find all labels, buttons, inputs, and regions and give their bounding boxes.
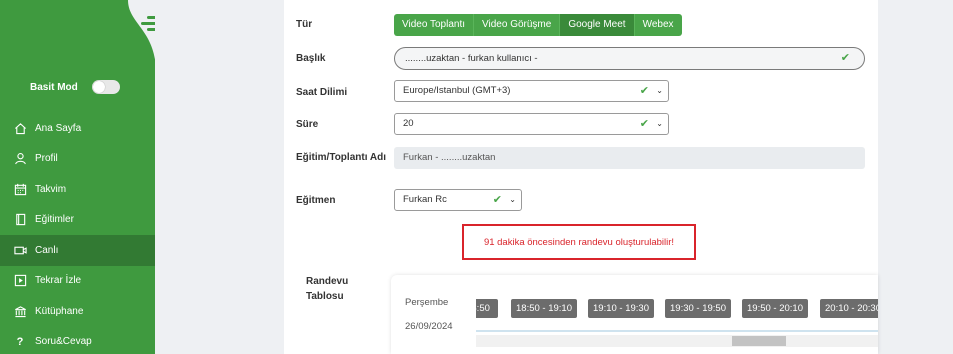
trainer-select-value: Furkan Rc (403, 194, 447, 205)
timezone-select[interactable]: Europe/Istanbul (GMT+3) ✔ ⌄ (394, 80, 669, 102)
time-slot[interactable]: 19:10 - 19:30 (588, 299, 654, 318)
sidebar-item-label: Profil (35, 153, 58, 165)
chevron-down-icon: ⌄ (656, 86, 663, 95)
sidebar-item-label: Tekrar İzle (35, 275, 82, 287)
video-icon (13, 243, 27, 257)
sidebar-item-label: Kütüphane (35, 305, 84, 317)
timezone-label: Saat Dilimi (296, 87, 348, 98)
sidebar-item-label: Canlı (35, 244, 59, 256)
type-video-meeting-button[interactable]: Video Toplantı (394, 14, 475, 36)
sidebar-item-label: Takvim (35, 183, 67, 195)
basic-mode-toggle[interactable] (91, 80, 120, 94)
duration-select[interactable]: 20 ✔ ⌄ (394, 113, 669, 135)
trainer-select[interactable]: Furkan Rc ✔ ⌄ (394, 189, 522, 211)
time-slot[interactable]: 19:50 - 20:10 (742, 299, 808, 318)
time-slot-row: 18:50 18:50 - 19:10 19:10 - 19:30 19:30 … (476, 299, 878, 319)
title-input-value: ........uzaktan - furkan kullanıcı - (405, 53, 538, 64)
chevron-down-icon: ⌄ (509, 195, 516, 204)
library-icon (13, 304, 27, 318)
sidebar-item-home[interactable]: Ana Sayfa (0, 113, 155, 144)
home-icon (13, 121, 27, 135)
sidebar-nav: Ana Sayfa Profil Takvim Eğitimler Canlı (0, 113, 155, 354)
duration-select-value: 20 (403, 118, 414, 129)
question-icon: ? (16, 335, 24, 348)
alert-message: 91 dakika öncesinden randevu oluşturulab… (483, 236, 675, 248)
sidebar-item-profile[interactable]: Profil (0, 144, 155, 175)
time-slot[interactable]: 18:50 - 19:10 (511, 299, 577, 318)
schedule-divider (476, 330, 878, 332)
sidebar-item-live[interactable]: Canlı (0, 235, 155, 266)
schedule-label: Randevu Tablosu (306, 276, 349, 302)
book-icon (13, 213, 27, 227)
sidebar-item-trainings[interactable]: Eğitimler (0, 205, 155, 236)
trainer-label: Eğitmen (296, 195, 336, 206)
check-icon: ✔ (840, 52, 850, 64)
basic-mode-switch: Basit Mod (30, 80, 120, 94)
calendar-icon (13, 182, 27, 196)
sidebar-decorative-curve (128, 0, 155, 61)
title-input[interactable]: ........uzaktan - furkan kullanıcı - ✔ (394, 47, 865, 70)
schedule-date: 26/09/2024 (405, 321, 453, 332)
training-name-label: Eğitim/Toplantı Adı (296, 152, 386, 163)
sidebar-item-qa[interactable]: ? Soru&Cevap (0, 327, 155, 354)
type-webex-button[interactable]: Webex (634, 14, 682, 36)
sidebar-item-replay[interactable]: Tekrar İzle (0, 266, 155, 297)
schedule-day: Perşembe (405, 297, 449, 308)
type-video-call-button[interactable]: Video Görüşme (474, 14, 561, 36)
basic-mode-label: Basit Mod (30, 81, 78, 93)
check-icon: ✔ (639, 85, 649, 97)
menu-toggle-icon[interactable] (139, 14, 155, 32)
time-slot[interactable]: 19:30 - 19:50 (665, 299, 731, 318)
toggle-knob (92, 81, 105, 93)
replay-icon (13, 274, 27, 288)
type-google-meet-button[interactable]: Google Meet (560, 14, 635, 36)
appointment-warning-alert: 91 dakika öncesinden randevu oluşturulab… (462, 224, 696, 260)
check-icon: ✔ (639, 118, 649, 130)
sidebar-item-label: Soru&Cevap (35, 336, 92, 348)
time-slot[interactable]: 18:50 (476, 299, 498, 318)
training-name-field: Furkan - ........uzaktan (394, 147, 865, 169)
appointment-schedule-table: Perşembe 26/09/2024 18:50 18:50 - 19:10 … (391, 275, 878, 354)
training-name-value: Furkan - ........uzaktan (403, 152, 496, 163)
time-slot[interactable]: 20:10 - 20:30 (820, 299, 878, 318)
meeting-form-card: Tür Video Toplantı Video Görüşme Google … (284, 0, 878, 354)
duration-label: Süre (296, 119, 319, 130)
title-label: Başlık (296, 53, 326, 64)
type-label: Tür (296, 19, 313, 30)
meeting-type-selector: Video Toplantı Video Görüşme Google Meet… (394, 14, 682, 36)
user-icon (13, 152, 27, 166)
chevron-down-icon: ⌄ (656, 119, 663, 128)
scrollbar-thumb[interactable] (732, 336, 786, 346)
timezone-select-value: Europe/Istanbul (GMT+3) (403, 85, 511, 96)
check-icon: ✔ (492, 194, 502, 206)
sidebar-item-library[interactable]: Kütüphane (0, 296, 155, 327)
sidebar-item-label: Eğitimler (35, 214, 74, 226)
sidebar-item-label: Ana Sayfa (35, 122, 82, 134)
schedule-scrollbar[interactable] (476, 335, 878, 347)
sidebar: Basit Mod Ana Sayfa Profil Takvim Eğitim… (0, 0, 155, 354)
sidebar-item-calendar[interactable]: Takvim (0, 174, 155, 205)
